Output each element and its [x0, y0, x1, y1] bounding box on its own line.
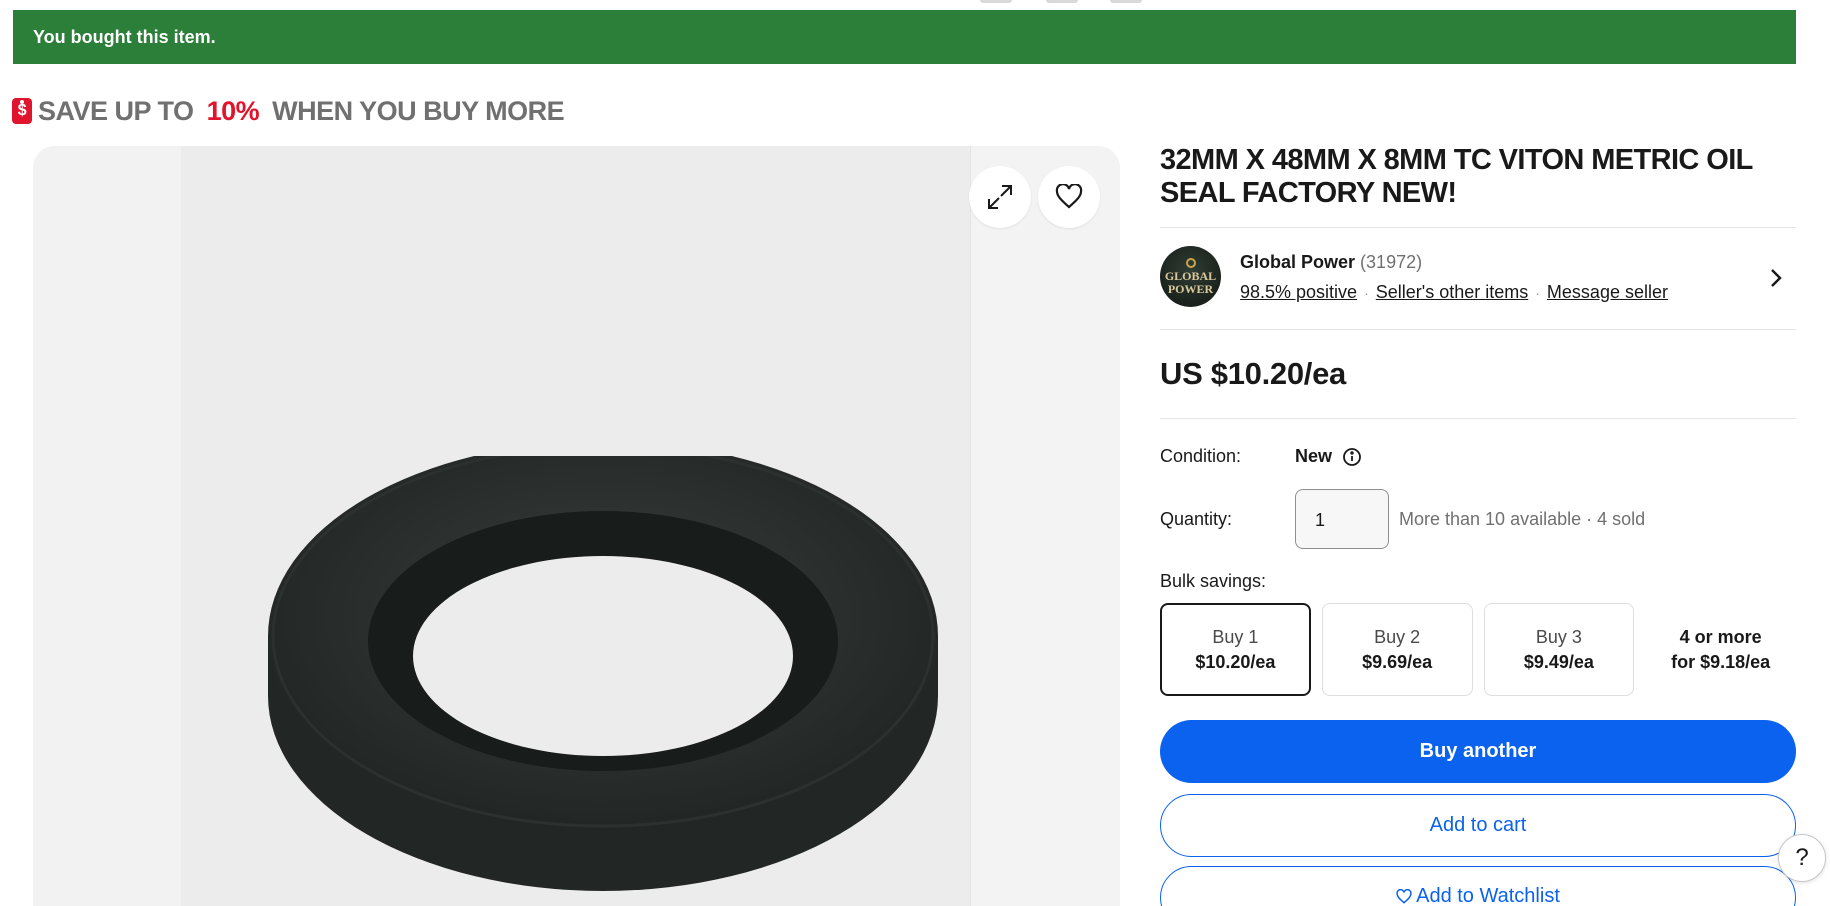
item-price: US $10.20/ea [1160, 356, 1346, 391]
seller-feedback-count: (31972) [1360, 252, 1423, 272]
bulk-option-buy-2[interactable]: Buy 2 $9.69/ea [1321, 603, 1473, 696]
expand-image-button[interactable] [969, 166, 1031, 228]
watch-image-button[interactable] [1038, 166, 1100, 228]
image-gallery[interactable] [33, 146, 1120, 906]
purchase-status-banner: You bought this item. [13, 10, 1796, 64]
chevron-right-icon[interactable] [1768, 266, 1784, 290]
add-to-watchlist-button[interactable]: Add to Watchlist [1160, 866, 1796, 906]
bulk-option-qty: Buy 3 [1535, 626, 1582, 647]
seller-name-line: Global Power (31972) [1240, 252, 1422, 273]
bulk-option-price: $10.20/ea [1195, 651, 1276, 672]
oil-seal-image [268, 456, 938, 891]
nav-tab-edge [980, 0, 1012, 3]
seller-positive-link[interactable]: 98.5% positive [1240, 282, 1357, 303]
condition-value-group: New [1295, 446, 1362, 467]
quantity-label: Quantity: [1160, 509, 1233, 529]
add-to-watchlist-label: Add to Watchlist [1416, 885, 1560, 906]
availability-text: More than 10 available · 4 sold [1399, 509, 1646, 529]
seller-name[interactable]: Global Power [1240, 252, 1355, 272]
nav-tab-edge [1046, 0, 1078, 3]
promo-percent: 10% [206, 95, 260, 126]
condition-label: Condition: [1160, 446, 1242, 466]
listing-title: 32MM X 48MM X 8MM TC VITON METRIC OIL SE… [1160, 144, 1753, 209]
separator: · [1535, 284, 1540, 301]
bulk-option-qty: Buy 1 [1212, 626, 1259, 647]
info-icon[interactable] [1342, 447, 1362, 467]
bulk-option-buy-3[interactable]: Buy 3 $9.49/ea [1483, 603, 1635, 696]
top-nav-remnant [0, 0, 1830, 10]
separator: · [1364, 284, 1369, 301]
bulk-savings-label: Bulk savings: [1160, 571, 1267, 591]
divider [1160, 227, 1796, 228]
divider [1160, 329, 1796, 330]
seller-other-items-link[interactable]: Seller's other items [1376, 282, 1529, 303]
seller-avatar[interactable]: GLOBAL POWER [1160, 246, 1221, 307]
heart-icon [1055, 184, 1083, 209]
promo-prefix: SAVE UP TO [38, 95, 201, 126]
divider [1160, 418, 1796, 419]
bulk-option-price: $9.49/ea [1523, 651, 1594, 672]
condition-value: New [1295, 446, 1333, 466]
gallery-right-strip [970, 146, 1120, 906]
seller-links: 98.5% positive · Seller's other items · … [1240, 282, 1668, 303]
price-tag-dollar-icon: $ [12, 98, 32, 124]
avatar-emblem [1185, 257, 1196, 268]
heart-icon [1396, 889, 1412, 904]
help-button[interactable]: ? [1778, 834, 1826, 882]
bulk-option-price: for $9.18/ea [1671, 651, 1771, 672]
seller-card[interactable]: GLOBAL POWER Global Power (31972) 98.5% … [1160, 246, 1796, 310]
volume-discount-promo: $ SAVE UP TO 10% WHEN YOU BUY MORE [12, 94, 565, 128]
message-seller-link[interactable]: Message seller [1547, 282, 1668, 303]
bulk-savings-options: Buy 1 $10.20/ea Buy 2 $9.69/ea Buy 3 $9.… [1160, 603, 1796, 696]
nav-tab-edge [1110, 0, 1142, 3]
promo-suffix: WHEN YOU BUY MORE [265, 95, 565, 126]
bulk-option-buy-1[interactable]: Buy 1 $10.20/ea [1160, 603, 1311, 696]
avatar-text-1: GLOBAL [1164, 268, 1217, 283]
bulk-option-4-or-more: 4 or more for $9.18/ea [1645, 603, 1796, 696]
buy-another-button[interactable]: Buy another [1160, 720, 1796, 783]
quantity-input[interactable]: 1 [1295, 489, 1389, 549]
avatar-text-2: POWER [1167, 281, 1214, 296]
bulk-option-qty: Buy 2 [1374, 626, 1421, 647]
bulk-option-price: $9.69/ea [1362, 651, 1433, 672]
add-to-cart-button[interactable]: Add to cart [1160, 794, 1796, 857]
gallery-left-strip [33, 146, 181, 906]
expand-icon [988, 185, 1012, 209]
bulk-option-qty: 4 or more [1679, 626, 1762, 647]
